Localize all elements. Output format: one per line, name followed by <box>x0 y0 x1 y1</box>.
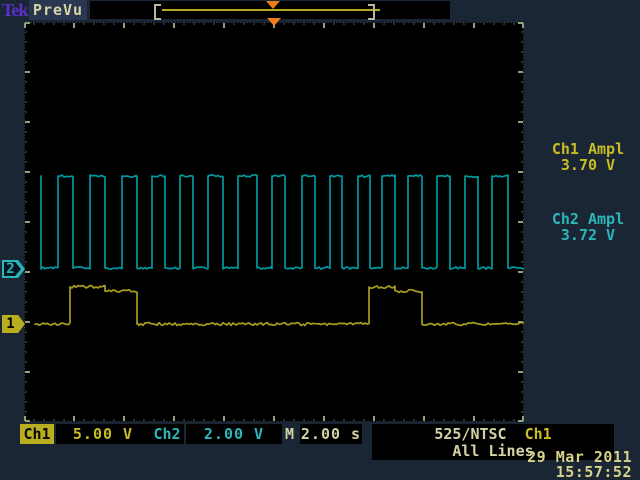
timebase-readout: 2.00 s <box>300 424 362 444</box>
datetime-readout: 29 Mar 2011 15:57:52 <box>527 450 632 480</box>
trigger-time-marker-icon <box>267 18 281 26</box>
window-right-bracket-icon <box>368 4 375 20</box>
ch1-marker-label: 1 <box>2 315 19 333</box>
ch2-scale-readout: 2.00 V <box>186 424 282 444</box>
trigger-position-marker-icon <box>266 1 280 9</box>
ch2-ground-marker: 2 <box>2 260 25 278</box>
timebase-badge: M <box>285 424 294 444</box>
ch2-amplitude-measurement: Ch2 Ampl 3.72 V <box>538 211 638 243</box>
ch1-meas-label: Ch1 Ampl <box>538 141 638 157</box>
ch2-marker-label: 2 <box>2 260 19 278</box>
ch1-ground-marker: 1 <box>2 315 25 333</box>
acquisition-status: PreVu <box>29 0 87 20</box>
ch2-meas-value: 3.72 V <box>538 227 638 243</box>
ch1-scale-readout: 5.00 V <box>56 424 150 444</box>
record-view-bar <box>90 1 450 19</box>
readout-bar: Ch1 5.00 V Ch2 2.00 V M 2.00 s 525/NTSC … <box>0 424 640 480</box>
waveform-display <box>24 22 524 422</box>
trigger-standard: 525/NTSC <box>434 426 506 443</box>
trigger-source: Ch1 <box>525 426 552 443</box>
ch2-badge: Ch2 <box>150 424 184 444</box>
oscilloscope-screen: Tek PreVu 2 1 Ch1 Ampl 3.70 V Ch2 Ampl 3… <box>0 0 640 480</box>
time-text: 15:57:52 <box>527 465 632 480</box>
record-window-line <box>162 9 380 11</box>
ch1-meas-value: 3.70 V <box>538 157 638 173</box>
ch2-meas-label: Ch2 Ampl <box>538 211 638 227</box>
ch1-amplitude-measurement: Ch1 Ampl 3.70 V <box>538 141 638 173</box>
window-left-bracket-icon <box>154 4 161 20</box>
ch1-badge: Ch1 <box>20 424 54 444</box>
tek-logo: Tek <box>2 0 32 20</box>
waveform-canvas <box>24 22 524 422</box>
measurement-readouts: Ch1 Ampl 3.70 V Ch2 Ampl 3.72 V <box>538 141 638 281</box>
